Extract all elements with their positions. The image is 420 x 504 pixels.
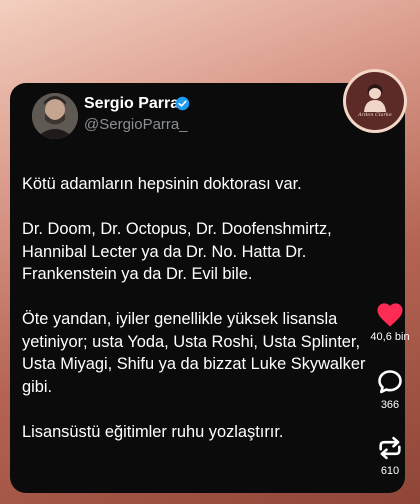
tweet-line: Frankenstein ya da Dr. Evil bile. xyxy=(22,265,253,283)
tweet-line: yetiniyor; usta Yoda, Usta Roshi, Usta S… xyxy=(22,332,361,351)
tweet-paragraph: Dr. Doom, Dr. Octopus, Dr. Doofenshmirtz… xyxy=(22,218,397,286)
author-avatar[interactable] xyxy=(32,93,78,139)
verified-icon xyxy=(175,96,190,111)
heart-icon xyxy=(377,303,403,327)
tweet-line: Dr. Doom, Dr. Octopus, Dr. Doofenshmirtz… xyxy=(22,220,332,238)
tweet-text: Kötü adamların hepsinin doktorası var. D… xyxy=(22,173,397,466)
like-count: 40,6 bin xyxy=(370,331,410,343)
tweet-line: Kötü adamların hepsinin doktorası var. xyxy=(22,175,302,193)
tweet-line: gibi. xyxy=(22,377,53,396)
tweet-card: Sergio Parra @SergioParra_ Kötü adamları… xyxy=(10,83,405,493)
comment-action[interactable]: 366 xyxy=(360,368,420,411)
profile-logo-label: Arden Clarke xyxy=(358,112,392,118)
creator-profile-badge[interactable]: Arden Clarke xyxy=(343,69,407,133)
tweet-paragraph: Kötü adamların hepsinin doktorası var. xyxy=(22,173,397,196)
share-action[interactable]: 610 xyxy=(360,434,420,477)
profile-logo: Arden Clarke xyxy=(346,72,404,130)
comment-icon xyxy=(378,370,402,394)
share-icon xyxy=(379,436,401,460)
author-name[interactable]: Sergio Parra xyxy=(84,95,179,113)
tweet-line: Hannibal Lecter ya da Dr. No. Hatta Dr. xyxy=(22,242,307,261)
author-handle[interactable]: @SergioParra_ xyxy=(84,116,188,133)
tweet-paragraph: Lisansüstü eğitimler ruhu yozlaştırır. xyxy=(22,421,397,444)
tweet-line: Öte yandan, iyiler genellikle yüksek lis… xyxy=(22,310,338,328)
tweet-line: Usta Miyagi, Shifu ya da bizzat Luke Sky… xyxy=(22,355,366,373)
tweet-line: Lisansüstü eğitimler ruhu yozlaştırır. xyxy=(22,422,284,441)
like-action[interactable]: 40,6 bin xyxy=(360,300,420,343)
comment-count: 366 xyxy=(380,399,400,411)
share-count: 610 xyxy=(380,465,400,477)
profile-logo-figure-icon xyxy=(364,84,386,112)
tweet-paragraph: Öte yandan, iyiler genellikle yüksek lis… xyxy=(22,308,397,398)
